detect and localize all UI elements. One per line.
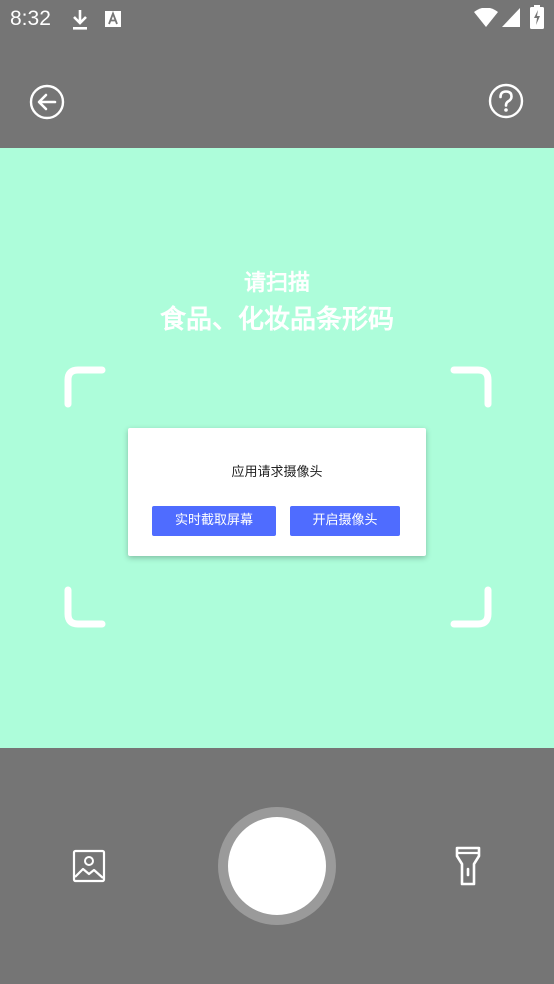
scan-prompt-subtitle: 食品、化妆品条形码 (159, 305, 394, 335)
camera-permission-dialog: 应用请求摄像头 实时截取屏幕 开启摄像头 (128, 428, 426, 556)
open-camera-button[interactable]: 开启摄像头 (290, 506, 400, 536)
scan-frame-corner-top-right (450, 366, 492, 412)
scanner-screen: 8:32 请扫描 食品、化妆品条形码 应用请求摄像头 实时截取屏幕 开启摄像头 (0, 0, 554, 984)
screen-capture-button[interactable]: 实时截取屏幕 (152, 506, 276, 536)
back-arrow-circle-icon (29, 84, 65, 124)
help-circle-icon (488, 83, 524, 123)
shutter-button-inner (228, 817, 326, 915)
wifi-icon (474, 7, 498, 32)
battery-charging-icon (530, 5, 544, 33)
gallery-button[interactable] (72, 849, 106, 887)
help-button[interactable] (488, 83, 524, 123)
scan-frame-corner-bottom-right (450, 586, 492, 632)
shutter-button[interactable] (218, 807, 336, 925)
flashlight-icon (452, 846, 484, 891)
back-button[interactable] (29, 84, 65, 124)
scan-frame-corner-top-left (64, 366, 106, 412)
font-a-icon (104, 10, 122, 32)
dialog-message: 应用请求摄像头 (231, 465, 323, 480)
scan-frame-corner-bottom-left (64, 586, 106, 632)
signal-icon (502, 8, 520, 32)
scan-prompt-title: 请扫描 (243, 271, 310, 296)
download-icon (70, 8, 90, 36)
gallery-image-icon (72, 849, 106, 887)
status-bar: 8:32 (0, 0, 554, 40)
status-time: 8:32 (10, 7, 51, 30)
camera-preview-area: 请扫描 食品、化妆品条形码 应用请求摄像头 实时截取屏幕 开启摄像头 (0, 148, 554, 748)
flashlight-button[interactable] (452, 845, 484, 891)
